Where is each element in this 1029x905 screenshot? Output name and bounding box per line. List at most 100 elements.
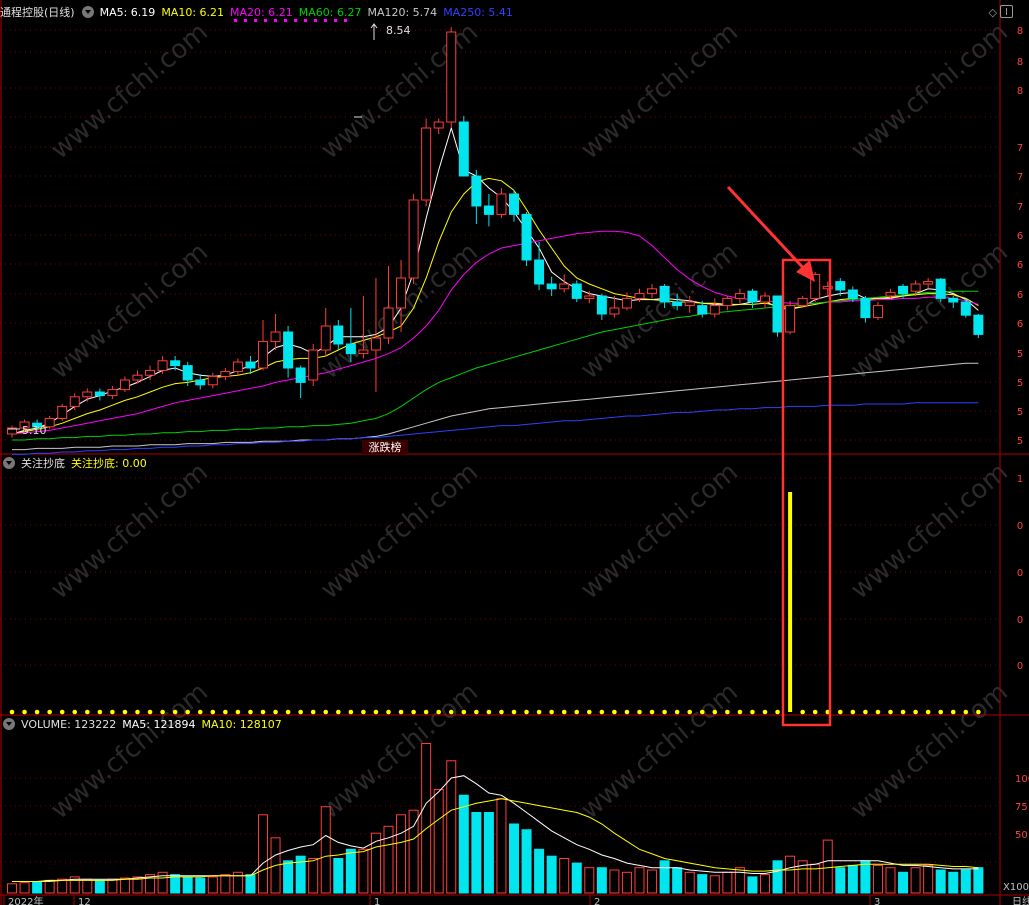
volume-dropdown-icon[interactable]: [3, 718, 15, 730]
indicator-zero-dot: [386, 709, 391, 715]
candle-down: [697, 305, 708, 315]
panel-toggle-icon[interactable]: [1000, 5, 1013, 18]
indicator-tick-label: 0: [1017, 521, 1023, 532]
volume-bar-up: [408, 809, 419, 894]
volume-bar-down: [973, 867, 984, 894]
indicator-zero-dot: [762, 709, 768, 715]
candle-up: [44, 417, 55, 428]
volume-bar-up: [207, 876, 218, 894]
date-label: 2022年: [8, 895, 43, 905]
indicator-zero-dot: [699, 709, 705, 715]
diamond-icon[interactable]: ◇: [989, 6, 997, 19]
date-label: 2: [594, 897, 600, 905]
volume-bar-up: [7, 883, 17, 894]
volume-ma10: MA10: 128107: [201, 718, 282, 731]
indicator-zero-dot: [637, 709, 642, 715]
candle-up: [69, 396, 80, 407]
volume-bar-down: [835, 867, 846, 894]
indicator-dropdown-icon[interactable]: [3, 457, 15, 469]
indicator-zero-dot: [649, 709, 655, 715]
watermark-text: www.cfchi.com: [575, 677, 744, 825]
candle-up: [797, 297, 808, 307]
dropdown-icon[interactable]: [81, 6, 94, 18]
volume-bar-down: [596, 867, 607, 894]
stock-chart[interactable]: www.cfchi.com www.cfchi.com www.cfchi.com w…: [0, 0, 1029, 905]
candle-up: [433, 121, 444, 129]
candle-up: [207, 375, 218, 386]
volume-bar-up: [634, 867, 645, 894]
volume-bar-down: [860, 860, 871, 894]
price-tick-label: 6: [1017, 290, 1023, 301]
indicator-zero-dot: [687, 709, 692, 715]
candle-up: [584, 295, 595, 299]
indicator-zero-dot: [285, 709, 291, 715]
ma10-label: MA10: 6.21: [161, 6, 225, 19]
price-tick-label: 7: [1017, 172, 1023, 183]
indicator-zero-dot: [59, 709, 65, 715]
watermark-text: www.cfchi.com: [45, 677, 214, 825]
indicator-tick-label: 0: [1017, 568, 1023, 579]
annotations: 8.54 5.10 涨跌榜: [8, 19, 832, 727]
volume-bar-down: [333, 858, 344, 894]
candle-down: [195, 379, 206, 386]
volume-bar-up: [785, 855, 796, 894]
indicator-signal-bar: [788, 492, 793, 712]
indicator-zero-dot: [22, 709, 27, 715]
indicator-zero-dot: [976, 709, 981, 715]
indicator-zero-dot: [185, 709, 190, 715]
candle-up: [647, 288, 658, 295]
indicator-zero-dot: [85, 709, 90, 715]
volume-bar-up: [44, 879, 55, 894]
price-tick-label: 6: [1017, 231, 1023, 242]
volume-bar-down: [471, 812, 482, 894]
axis-labels: 88877766665555100001007550X1002022年12123…: [3, 26, 1029, 905]
indicator-zero-dot: [398, 709, 404, 715]
volume-bar-up: [709, 875, 720, 894]
stock-title[interactable]: 通程控股(日线): [0, 6, 75, 19]
high-price-label: 8.54: [386, 24, 411, 37]
indicator-zero-dot: [913, 709, 918, 715]
candle-down: [345, 343, 356, 355]
price-tick-label: 5: [1017, 378, 1023, 389]
watermark-text: www.cfchi.com: [575, 457, 744, 605]
volume-bar-down: [898, 871, 909, 894]
watermark-text: www.cfchi.com: [575, 17, 744, 165]
candle-up: [421, 127, 432, 201]
ma250-label: MA250: 5.41: [443, 6, 513, 19]
volume-bar-down: [483, 812, 494, 894]
indicator-zero-dot: [373, 709, 379, 715]
candle-down: [847, 289, 858, 299]
candle-down: [898, 285, 909, 295]
indicator-name[interactable]: 关注抄底: [21, 457, 65, 470]
candle-down: [534, 259, 545, 285]
watermark-layer: www.cfchi.com www.cfchi.com www.cfchi.com w…: [45, 17, 1014, 825]
indicator-zero-dot: [298, 709, 303, 715]
indicator-zero-dot: [273, 709, 278, 715]
indicator-zero-dot: [850, 709, 856, 715]
watermark-text: www.cfchi.com: [315, 457, 484, 605]
volume-bar-down: [32, 881, 43, 894]
volume-bar-up: [822, 839, 833, 894]
candle-down: [521, 213, 532, 261]
price-tick-label: 6: [1017, 319, 1023, 330]
indicator-zero-dot: [210, 709, 216, 715]
volume-bar-up: [220, 874, 231, 894]
volume-bar-down: [935, 869, 946, 894]
volume-value[interactable]: VOLUME: 123222: [21, 718, 116, 731]
indicator-zero-dot: [260, 709, 266, 715]
indicator-zero-dot: [486, 709, 492, 715]
volume-bar-up: [885, 867, 896, 894]
candle-up: [232, 361, 243, 373]
candle-up: [383, 307, 394, 339]
volume-ma5: MA5: 121894: [122, 718, 196, 731]
candle-up: [157, 360, 168, 371]
candle-up: [408, 199, 419, 279]
candle-up: [358, 349, 369, 355]
indicator-zero-dot: [474, 709, 479, 715]
volume-bar-down: [458, 794, 469, 894]
price-tick-label: 8: [1017, 26, 1023, 37]
candle-up: [496, 193, 507, 215]
candle-down: [935, 278, 946, 299]
volume-bar-up: [684, 871, 695, 894]
limit-badge-label: 涨跌榜: [369, 440, 402, 454]
